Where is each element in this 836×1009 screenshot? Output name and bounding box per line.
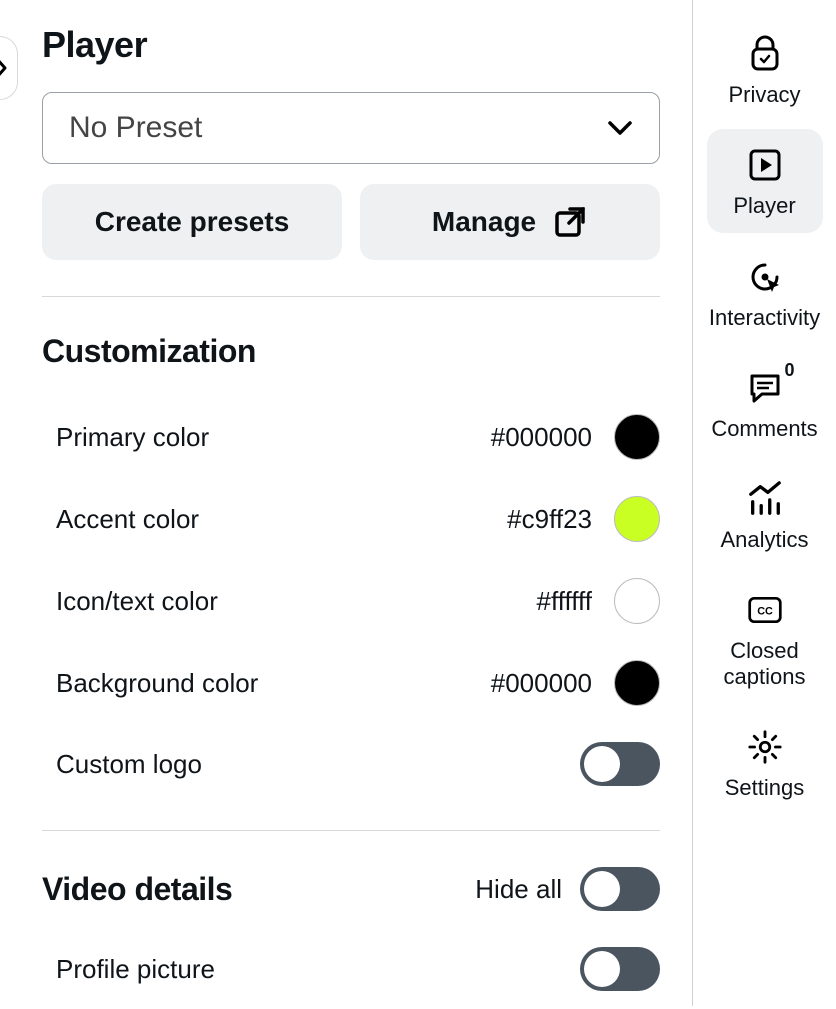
profile-picture-toggle[interactable] xyxy=(580,947,660,991)
custom-logo-row: Custom logo xyxy=(42,724,660,804)
primary-color-swatch[interactable] xyxy=(614,414,660,460)
rail-item-player[interactable]: Player xyxy=(707,129,823,232)
icontext-color-hex: #ffffff xyxy=(537,586,592,617)
manage-presets-label: Manage xyxy=(432,206,536,238)
preset-button-row: Create presets Manage xyxy=(42,184,660,260)
rail-label: Interactivity xyxy=(709,305,820,330)
icontext-color-label: Icon/text color xyxy=(56,586,218,617)
icontext-color-swatch[interactable] xyxy=(614,578,660,624)
rail-label: Analytics xyxy=(720,527,808,552)
cursor-target-icon xyxy=(747,259,783,295)
hide-all-group: Hide all xyxy=(475,867,660,911)
primary-color-label: Primary color xyxy=(56,422,209,453)
accent-color-label: Accent color xyxy=(56,504,199,535)
rail-item-comments[interactable]: 0 Comments xyxy=(699,352,831,455)
icontext-color-row: Icon/text color #ffffff xyxy=(42,560,660,642)
primary-color-hex: #000000 xyxy=(491,422,592,453)
background-color-label: Background color xyxy=(56,668,258,699)
background-color-row: Background color #000000 xyxy=(42,642,660,724)
gear-icon xyxy=(747,729,783,765)
custom-logo-label: Custom logo xyxy=(56,749,202,780)
toggle-knob xyxy=(584,951,620,987)
rail-label: Settings xyxy=(725,775,805,800)
rail-label: Comments xyxy=(711,416,817,441)
preset-selected-label: No Preset xyxy=(69,111,202,145)
main-panel: Player No Preset Create presets Manage C… xyxy=(0,0,692,1006)
external-link-icon xyxy=(552,204,588,240)
video-details-header: Video details Hide all xyxy=(42,867,660,911)
right-rail: Privacy Player Interactivity xyxy=(692,0,836,1006)
analytics-icon xyxy=(747,481,783,517)
rail-item-analytics[interactable]: Analytics xyxy=(707,463,823,566)
background-color-hex: #000000 xyxy=(491,668,592,699)
cc-icon: CC xyxy=(747,592,783,628)
background-color-swatch[interactable] xyxy=(614,660,660,706)
rail-label: Closed captions xyxy=(711,638,819,689)
create-presets-label: Create presets xyxy=(95,206,290,238)
video-details-title: Video details xyxy=(42,871,232,908)
toggle-knob xyxy=(584,746,620,782)
rail-item-settings[interactable]: Settings xyxy=(707,711,823,814)
rail-item-closed-captions[interactable]: CC Closed captions xyxy=(707,574,823,703)
create-presets-button[interactable]: Create presets xyxy=(42,184,342,260)
custom-logo-toggle[interactable] xyxy=(580,742,660,786)
rail-item-interactivity[interactable]: Interactivity xyxy=(699,241,831,344)
accent-color-row: Accent color #c9ff23 xyxy=(42,478,660,560)
toggle-knob xyxy=(584,871,620,907)
rail-label: Privacy xyxy=(728,82,800,107)
accent-color-swatch[interactable] xyxy=(614,496,660,542)
page-title: Player xyxy=(42,24,660,66)
panel-expand-button[interactable] xyxy=(0,36,18,100)
accent-color-hex: #c9ff23 xyxy=(507,504,592,535)
hide-all-toggle[interactable] xyxy=(580,867,660,911)
rail-label: Player xyxy=(733,193,795,218)
primary-color-row: Primary color #000000 xyxy=(42,396,660,478)
lock-icon xyxy=(747,36,783,72)
customization-title: Customization xyxy=(42,333,660,370)
chevron-right-icon xyxy=(0,57,8,79)
comment-icon: 0 xyxy=(747,370,783,406)
hide-all-label: Hide all xyxy=(475,874,562,905)
chevron-down-icon xyxy=(607,120,633,136)
manage-presets-button[interactable]: Manage xyxy=(360,184,660,260)
comments-count-badge: 0 xyxy=(784,360,794,381)
divider xyxy=(42,830,660,831)
divider xyxy=(42,296,660,297)
profile-picture-row: Profile picture xyxy=(42,929,660,1009)
svg-text:CC: CC xyxy=(757,606,773,618)
profile-picture-label: Profile picture xyxy=(56,954,215,985)
play-box-icon xyxy=(747,147,783,183)
preset-select[interactable]: No Preset xyxy=(42,92,660,164)
rail-item-privacy[interactable]: Privacy xyxy=(707,18,823,121)
